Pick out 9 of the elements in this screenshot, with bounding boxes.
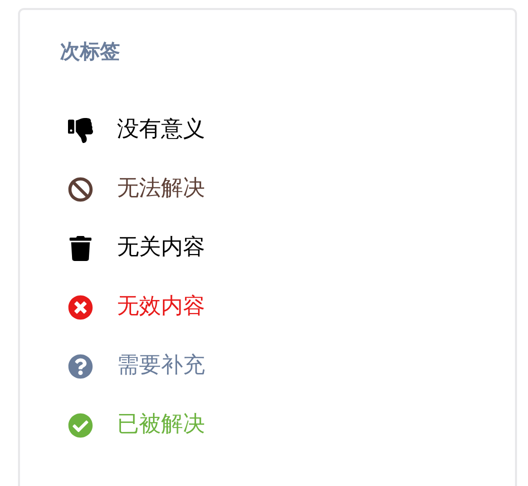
tag-label[interactable]: 无法解决 [117, 174, 205, 204]
tag-label[interactable]: 无关内容 [117, 233, 205, 263]
tag-label[interactable]: 无效内容 [117, 292, 205, 322]
tag-label[interactable]: 没有意义 [117, 115, 205, 145]
tag-label[interactable]: 需要补充 [117, 351, 205, 381]
card-title: 次标签 [60, 38, 121, 65]
ban-icon [68, 176, 93, 202]
thumbs-down-icon [68, 118, 93, 142]
trash-icon [68, 236, 93, 260]
